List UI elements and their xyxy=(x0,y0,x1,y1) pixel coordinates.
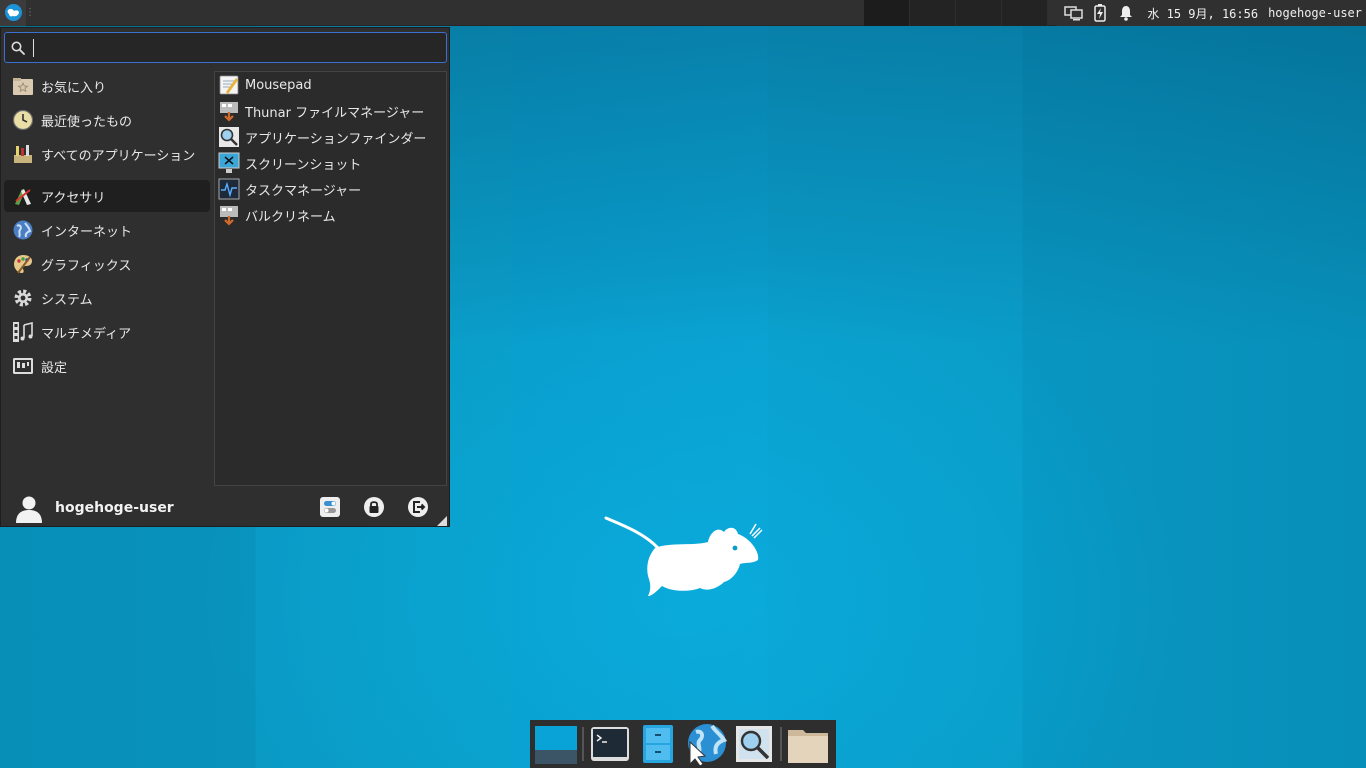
lock-icon xyxy=(364,497,384,517)
app-label: スクリーンショット xyxy=(245,157,362,173)
palette-icon xyxy=(12,253,34,275)
category-accessories[interactable]: アクセサリ xyxy=(4,180,210,212)
category-internet[interactable]: インターネット xyxy=(4,214,210,246)
menu-footer: hogehoge-user xyxy=(1,488,449,528)
top-panel: ⋮ 水 15 9月, 16:56 hogehoge-user xyxy=(0,0,1366,26)
category-graphics[interactable]: グラフィックス xyxy=(4,248,210,280)
bulk-rename-icon xyxy=(218,204,240,226)
lock-screen-button[interactable] xyxy=(361,494,387,520)
category-label: インターネット xyxy=(41,224,133,240)
category-label: システム xyxy=(41,292,93,308)
category-label: アクセサリ xyxy=(41,190,106,206)
username: hogehoge-user xyxy=(55,500,174,516)
music-icon xyxy=(12,321,34,343)
category-system[interactable]: システム xyxy=(4,282,210,314)
category-label: すべてのアプリケーション xyxy=(41,148,196,164)
user-avatar-icon xyxy=(14,493,44,523)
dock-folder[interactable] xyxy=(785,722,831,766)
app-label: Mousepad xyxy=(245,77,312,93)
category-settings[interactable]: 設定 xyxy=(4,350,210,382)
category-recent[interactable]: 最近使ったもの xyxy=(4,104,210,136)
app-appfinder[interactable]: アプリケーションファインダー xyxy=(215,124,446,150)
system-tray: 水 15 9月, 16:56 hogehoge-user xyxy=(1057,0,1366,26)
applications-menu: お気に入り 最近使ったもの すべてのアプリケーション アクセサリ インターネット… xyxy=(0,27,450,527)
app-bulk-rename[interactable]: バルクリネーム xyxy=(215,202,446,228)
search-input[interactable] xyxy=(33,38,446,57)
resize-grip-icon[interactable] xyxy=(437,516,447,526)
accessories-icon xyxy=(12,185,34,207)
category-label: マルチメディア xyxy=(41,326,132,342)
web-browser-icon xyxy=(688,724,728,766)
app-finder-icon xyxy=(736,726,772,762)
bell-icon[interactable] xyxy=(1115,0,1137,26)
category-label: 最近使ったもの xyxy=(41,114,133,130)
category-label: お気に入り xyxy=(41,80,107,96)
logout-icon xyxy=(408,497,428,517)
text-editor-icon xyxy=(218,74,240,96)
clock-icon xyxy=(12,109,34,131)
application-list: Mousepad Thunar ファイルマネージャー アプリケーションファインダ… xyxy=(214,71,447,486)
xfce-logo-icon xyxy=(4,4,22,21)
app-mousepad[interactable]: Mousepad xyxy=(215,72,446,98)
workspace-1[interactable] xyxy=(864,0,910,26)
workspace-switcher xyxy=(864,0,1048,26)
top-panel-username[interactable]: hogehoge-user xyxy=(1268,6,1362,20)
applications-menu-button[interactable] xyxy=(0,0,26,26)
globe-icon xyxy=(12,219,34,241)
app-label: タスクマネージャー xyxy=(245,183,362,199)
search-icon xyxy=(5,33,31,62)
workspace-4[interactable] xyxy=(1002,0,1048,26)
xfce-mouse-logo xyxy=(604,516,763,596)
dock-separator xyxy=(780,727,782,761)
battery-icon[interactable] xyxy=(1089,0,1111,26)
dock-terminal[interactable] xyxy=(587,722,633,766)
app-label: バルクリネーム xyxy=(245,209,336,225)
category-all-applications[interactable]: すべてのアプリケーション xyxy=(4,138,210,170)
search-box[interactable] xyxy=(4,32,447,63)
app-label: アプリケーションファインダー xyxy=(245,131,427,147)
gear-icon xyxy=(12,287,34,309)
category-favorites[interactable]: お気に入り xyxy=(4,70,210,102)
show-desktop-icon xyxy=(535,726,577,764)
task-manager-icon xyxy=(218,178,240,200)
settings-manager-button[interactable] xyxy=(317,494,343,520)
app-task-manager[interactable]: タスクマネージャー xyxy=(215,176,446,202)
settings-toggle-icon xyxy=(320,497,340,517)
dock-web-browser[interactable] xyxy=(683,722,729,766)
star-folder-icon xyxy=(12,75,34,97)
file-manager-icon xyxy=(643,725,673,763)
file-manager-icon xyxy=(218,100,240,122)
app-screenshot[interactable]: スクリーンショット xyxy=(215,150,446,176)
network-icon[interactable] xyxy=(1063,0,1085,26)
clock[interactable]: 水 15 9月, 16:56 xyxy=(1147,5,1258,22)
all-apps-icon xyxy=(12,143,34,165)
category-label: 設定 xyxy=(41,360,68,376)
app-label: Thunar ファイルマネージャー xyxy=(245,105,425,121)
settings-icon xyxy=(12,355,34,377)
workspace-3[interactable] xyxy=(956,0,1002,26)
dock-separator xyxy=(582,727,584,761)
terminal-icon xyxy=(591,727,629,761)
category-label: グラフィックス xyxy=(41,258,132,274)
category-multimedia[interactable]: マルチメディア xyxy=(4,316,210,348)
dock-show-desktop[interactable] xyxy=(533,722,579,766)
screenshot-icon xyxy=(218,152,240,174)
category-list: お気に入り 最近使ったもの すべてのアプリケーション アクセサリ インターネット… xyxy=(4,70,210,384)
dock-app-finder[interactable] xyxy=(731,722,777,766)
app-thunar[interactable]: Thunar ファイルマネージャー xyxy=(215,98,446,124)
footer-actions xyxy=(299,494,431,520)
workspace-2[interactable] xyxy=(910,0,956,26)
bottom-dock xyxy=(530,720,836,768)
panel-drag-handle[interactable]: ⋮ xyxy=(25,0,35,26)
dock-file-manager[interactable] xyxy=(635,722,681,766)
logout-button[interactable] xyxy=(405,494,431,520)
folder-icon xyxy=(788,730,828,763)
magnifier-icon xyxy=(218,126,240,148)
